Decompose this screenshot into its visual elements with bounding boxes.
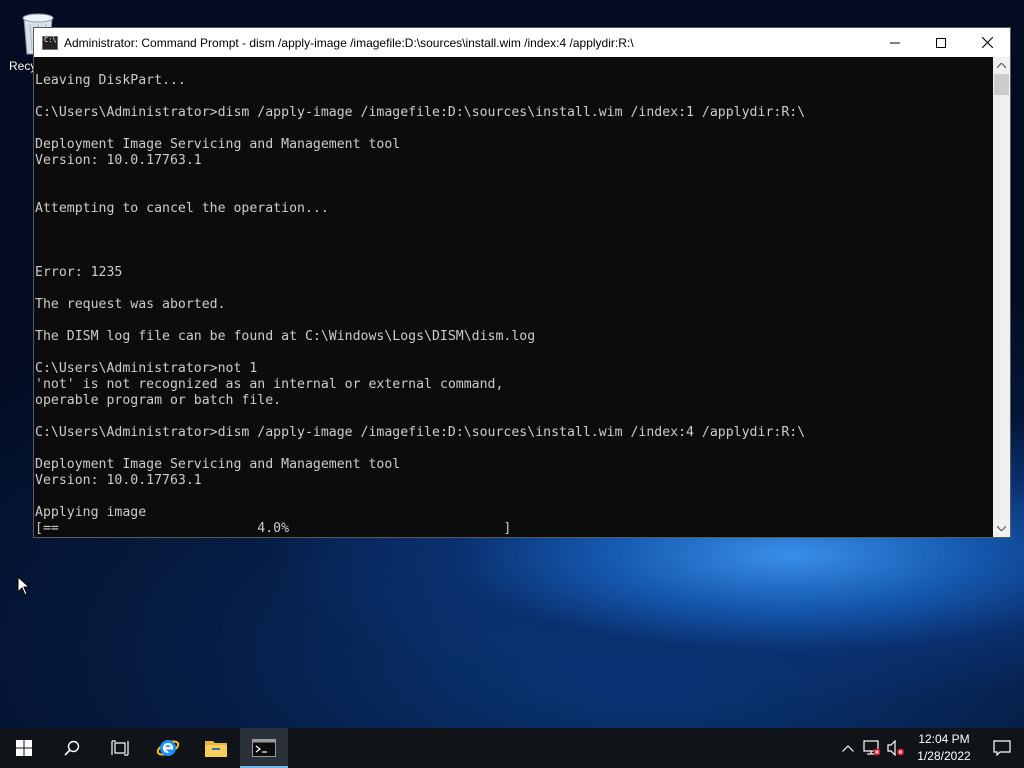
internet-explorer-button[interactable] [144, 728, 192, 768]
show-hidden-icons-button[interactable] [836, 728, 860, 768]
command-prompt-title-icon [42, 35, 58, 50]
clock-date: 1/28/2022 [917, 749, 971, 763]
action-center-button[interactable] [980, 728, 1024, 768]
network-icon [863, 740, 881, 756]
vertical-scrollbar[interactable] [993, 57, 1010, 537]
minimize-button[interactable] [872, 28, 918, 57]
file-explorer-icon [205, 741, 227, 757]
windows-start-icon [16, 740, 32, 756]
volume-button[interactable] [884, 728, 908, 768]
clock[interactable]: 12:04 PM 1/28/2022 [908, 731, 980, 765]
maximize-icon [936, 37, 946, 48]
volume-muted-icon [887, 740, 904, 756]
chevron-up-icon [842, 744, 854, 752]
scroll-down-button[interactable] [993, 520, 1010, 537]
console-text: Leaving DiskPart... C:\Users\Administrat… [35, 73, 806, 536]
maximize-button[interactable] [918, 28, 964, 57]
close-button[interactable] [964, 28, 1010, 57]
network-status-button[interactable] [860, 728, 884, 768]
scroll-up-button[interactable] [993, 57, 1010, 74]
task-view-icon [111, 740, 129, 756]
scrollbar-thumb[interactable] [994, 74, 1009, 95]
system-tray: 12:04 PM 1/28/2022 [836, 728, 1024, 768]
search-button[interactable] [48, 728, 96, 768]
window-controls [872, 28, 1010, 57]
start-button[interactable] [0, 728, 48, 768]
close-icon [981, 37, 993, 48]
scroll-up-icon [997, 63, 1006, 68]
minimize-icon [890, 42, 900, 43]
clock-time: 12:04 PM [918, 732, 970, 746]
internet-explorer-icon [156, 740, 180, 756]
title-bar[interactable]: Administrator: Command Prompt - dism /ap… [34, 28, 1010, 57]
window-title: Administrator: Command Prompt - dism /ap… [64, 35, 634, 50]
command-prompt-window[interactable]: Administrator: Command Prompt - dism /ap… [33, 27, 1011, 538]
taskbar: 12:04 PM 1/28/2022 [0, 728, 1024, 768]
console-output[interactable]: Leaving DiskPart... C:\Users\Administrat… [34, 57, 994, 537]
file-explorer-button[interactable] [192, 728, 240, 768]
notification-icon [993, 740, 1011, 756]
command-prompt-icon [252, 739, 276, 757]
search-icon [64, 740, 80, 756]
command-prompt-taskbar-button[interactable] [240, 728, 288, 768]
mouse-cursor-icon [17, 576, 31, 596]
task-view-button[interactable] [96, 728, 144, 768]
scroll-down-icon [997, 526, 1006, 531]
